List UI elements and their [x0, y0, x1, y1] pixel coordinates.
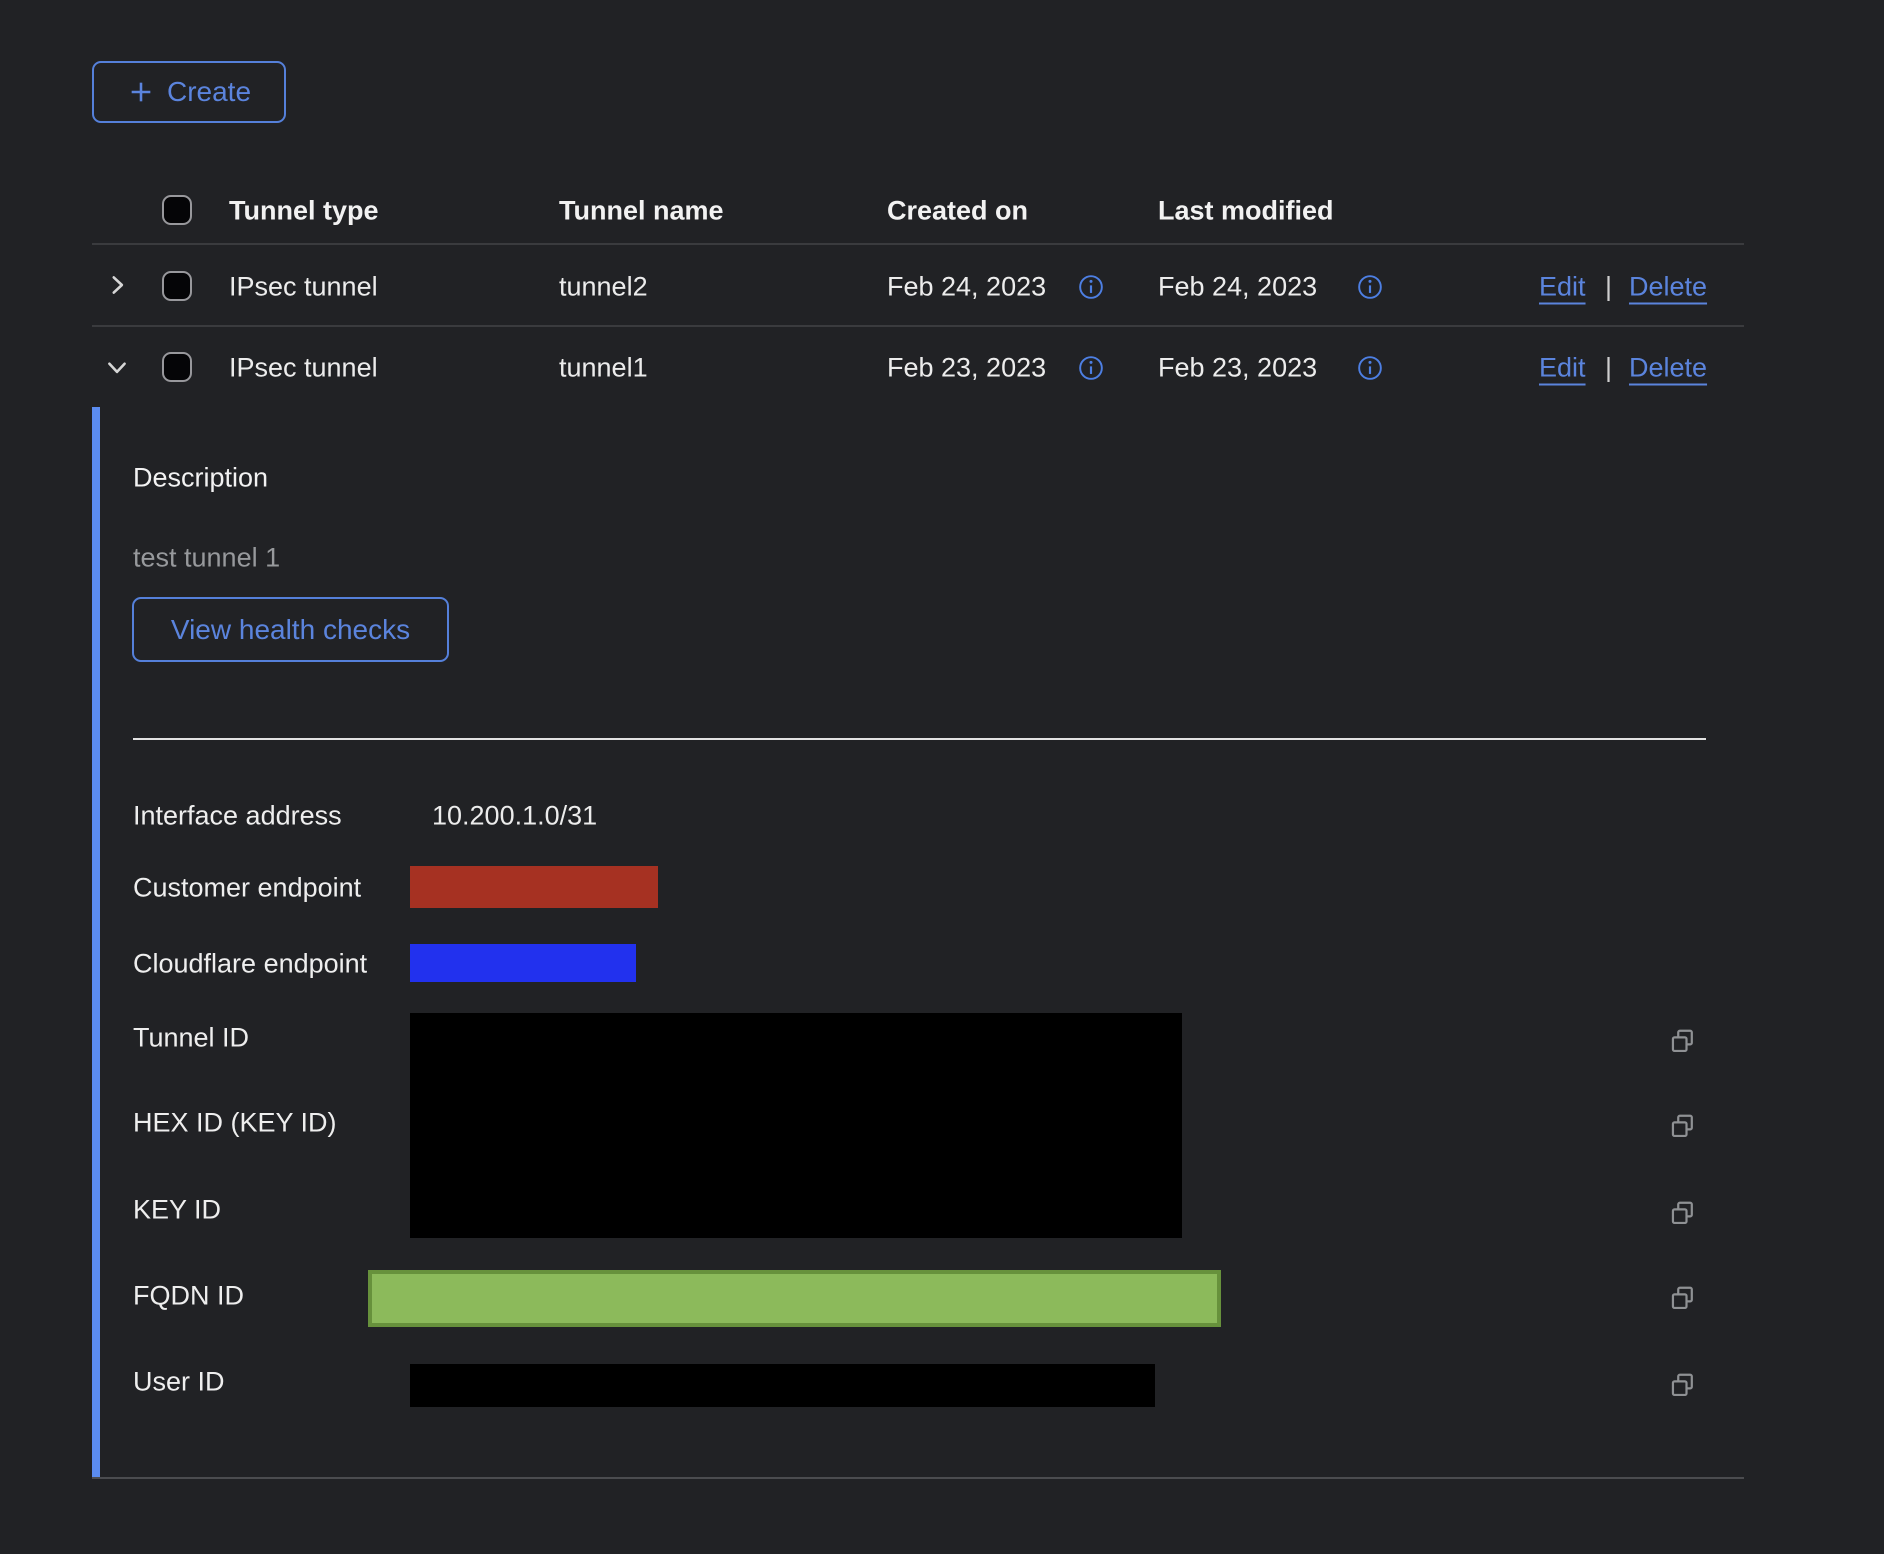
created-on-cell: Feb 23, 2023: [887, 353, 1046, 384]
info-icon[interactable]: [1357, 355, 1383, 381]
expanded-row-accent-bar: [92, 407, 100, 1478]
description-label: Description: [133, 463, 268, 494]
info-icon[interactable]: [1357, 274, 1383, 300]
edit-link[interactable]: Edit: [1539, 272, 1586, 303]
edit-link[interactable]: Edit: [1539, 353, 1586, 384]
divider: [92, 325, 1744, 327]
fqdn-id-label: FQDN ID: [133, 1281, 244, 1312]
plus-icon: [127, 78, 155, 106]
copy-icon[interactable]: [1667, 1370, 1698, 1401]
view-health-checks-button[interactable]: View health checks: [132, 597, 449, 662]
key-id-label: KEY ID: [133, 1195, 221, 1226]
divider: [133, 738, 1706, 740]
row-checkbox[interactable]: [162, 271, 192, 301]
divider: [92, 1477, 1744, 1479]
divider: [92, 243, 1744, 245]
copy-icon[interactable]: [1667, 1283, 1698, 1314]
row-checkbox[interactable]: [162, 352, 192, 382]
cloudflare-endpoint-redacted-value: [410, 944, 636, 982]
copy-icon[interactable]: [1667, 1111, 1698, 1142]
customer-endpoint-redacted-value: [410, 866, 658, 908]
view-health-checks-label: View health checks: [171, 614, 410, 646]
delete-link[interactable]: Delete: [1629, 353, 1707, 384]
delete-link[interactable]: Delete: [1629, 272, 1707, 303]
info-icon[interactable]: [1078, 355, 1104, 381]
user-id-redacted-value: [410, 1364, 1155, 1407]
action-separator: |: [1605, 272, 1612, 303]
copy-icon[interactable]: [1667, 1198, 1698, 1229]
chevron-down-icon[interactable]: [104, 354, 130, 380]
interface-address-value: 10.200.1.0/31: [432, 801, 597, 832]
tunnel-name-cell: tunnel2: [559, 272, 648, 303]
column-header-tunnel-type: Tunnel type: [229, 196, 379, 227]
create-button[interactable]: Create: [92, 61, 286, 123]
action-separator: |: [1605, 353, 1612, 384]
tunnel-id-label: Tunnel ID: [133, 1023, 249, 1054]
created-on-cell: Feb 24, 2023: [887, 272, 1046, 303]
tunnel-type-cell: IPsec tunnel: [229, 353, 378, 384]
copy-icon[interactable]: [1667, 1026, 1698, 1057]
interface-address-label: Interface address: [133, 801, 342, 832]
chevron-right-icon[interactable]: [104, 272, 130, 298]
tunnel-name-cell: tunnel1: [559, 353, 648, 384]
fqdn-id-redacted-value: [368, 1270, 1221, 1327]
column-header-created-on: Created on: [887, 196, 1028, 227]
last-modified-cell: Feb 24, 2023: [1158, 272, 1317, 303]
customer-endpoint-label: Customer endpoint: [133, 873, 361, 904]
id-values-redacted-block: [410, 1013, 1182, 1238]
hex-id-label: HEX ID (KEY ID): [133, 1108, 337, 1139]
column-header-last-modified: Last modified: [1158, 196, 1334, 227]
description-value: test tunnel 1: [133, 543, 280, 574]
select-all-checkbox[interactable]: [162, 195, 192, 225]
tunnel-type-cell: IPsec tunnel: [229, 272, 378, 303]
ipsec-tunnels-page: Create Tunnel type Tunnel name Created o…: [0, 0, 1884, 1554]
user-id-label: User ID: [133, 1367, 225, 1398]
create-button-label: Create: [167, 76, 251, 108]
cloudflare-endpoint-label: Cloudflare endpoint: [133, 949, 367, 980]
info-icon[interactable]: [1078, 274, 1104, 300]
last-modified-cell: Feb 23, 2023: [1158, 353, 1317, 384]
column-header-tunnel-name: Tunnel name: [559, 196, 724, 227]
